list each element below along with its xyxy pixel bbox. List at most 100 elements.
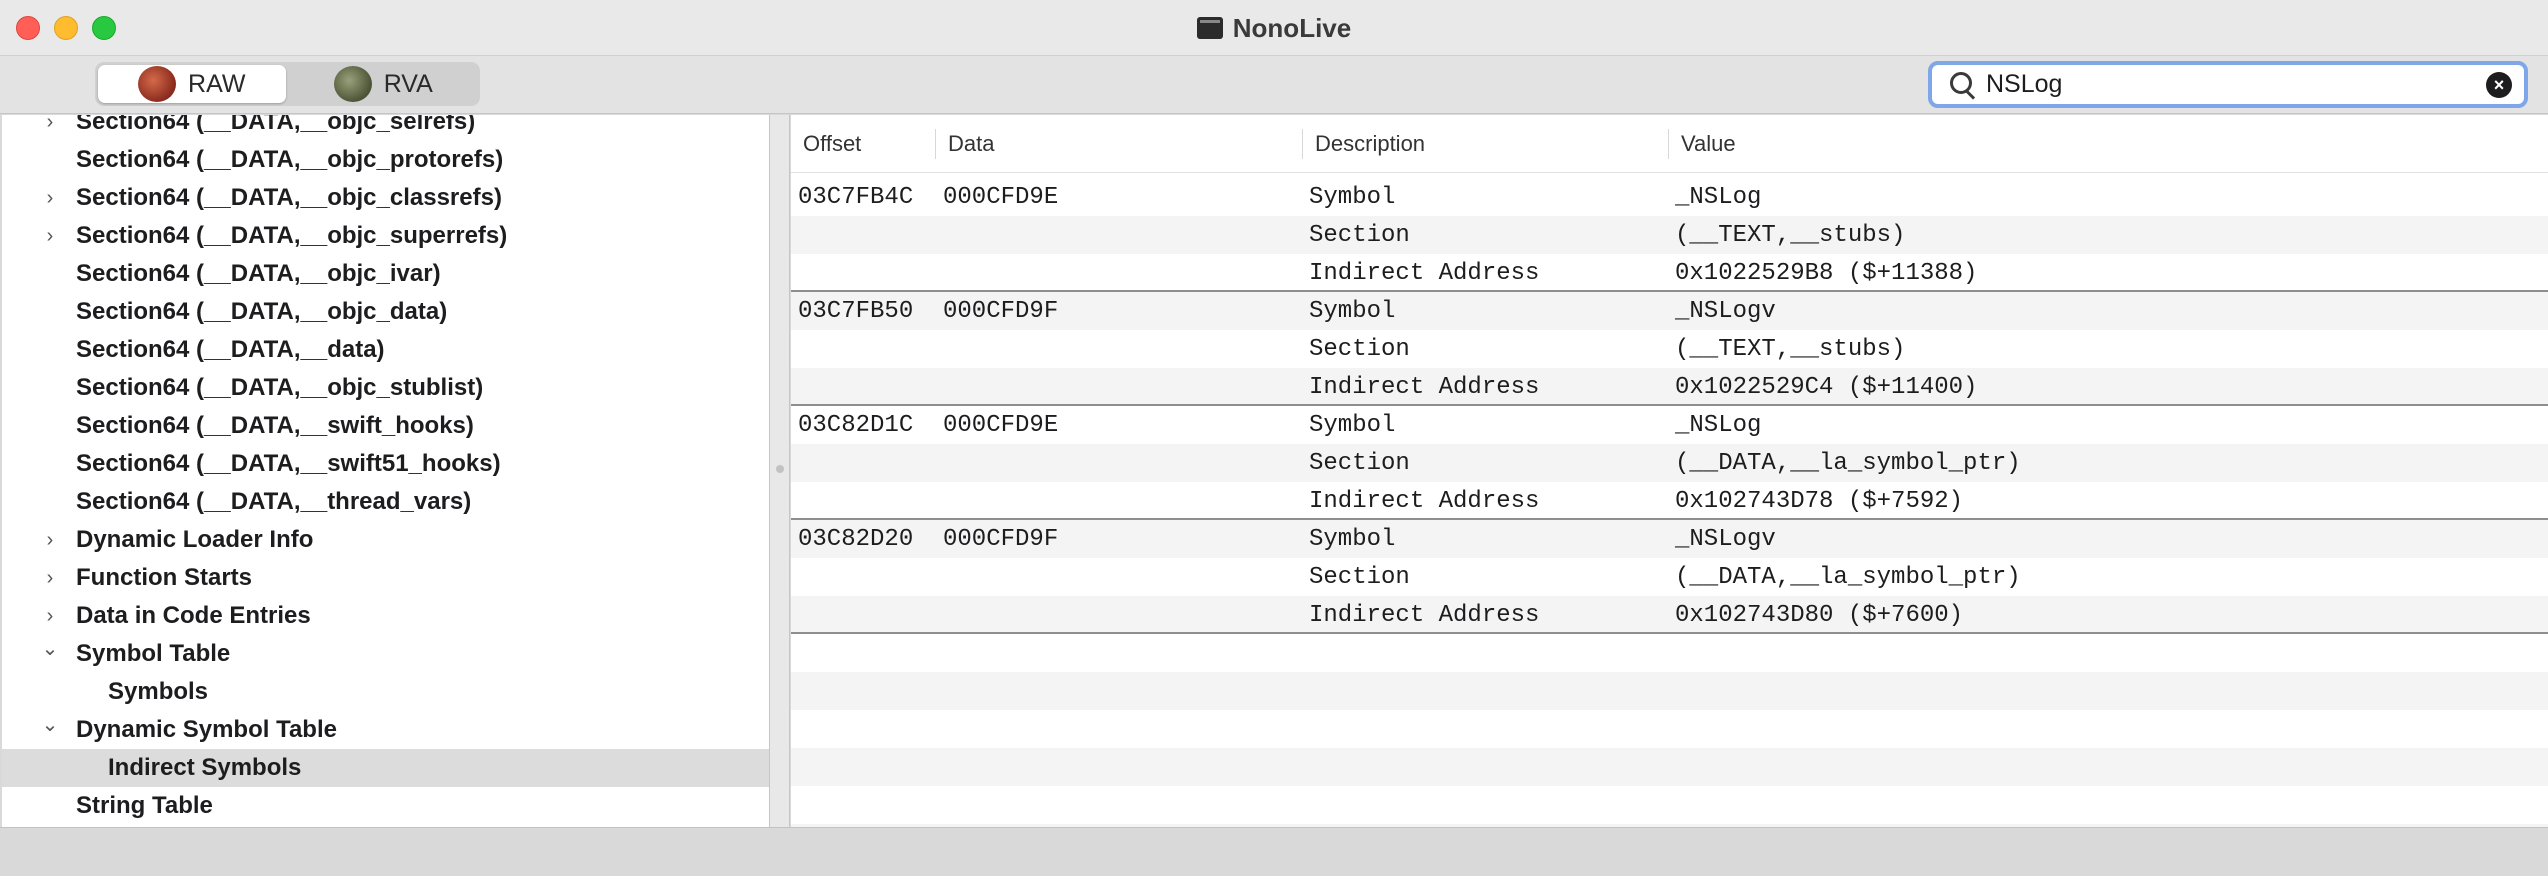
outline-item-label: Data in Code Entries — [76, 602, 311, 629]
table-row[interactable]: 03C7FB4C 000CFD9E Symbol _NSLog — [791, 178, 2548, 216]
search-field[interactable]: × — [1928, 61, 2528, 108]
rva-icon — [333, 66, 372, 102]
outline-item[interactable]: Section64 (__DATA,__swift_hooks) — [2, 407, 769, 445]
value-cell: 0x102743D80 ($+7600) — [1675, 601, 1964, 629]
outline-item[interactable]: Symbols — [2, 673, 769, 711]
outline-item[interactable]: › Function Starts — [2, 559, 769, 597]
table-header: Offset Data Description Value — [791, 115, 2548, 173]
value-cell: (__DATA,__la_symbol_ptr) — [1675, 563, 2021, 591]
split-view-divider[interactable] — [770, 115, 790, 827]
outline-item-label: Symbols — [108, 678, 209, 705]
outline-item-label: Symbol Table — [76, 640, 231, 667]
outline-item[interactable]: ⌄ Dynamic Symbol Table — [2, 711, 769, 749]
disclosure-collapsed-icon[interactable]: › — [40, 606, 60, 626]
table-row[interactable]: 03C82D20 000CFD9F Symbol _NSLogv — [791, 520, 2548, 558]
empty-table-row — [791, 634, 2548, 672]
raw-mode-button[interactable]: RAW — [98, 65, 286, 103]
disclosure-expanded-icon[interactable]: ⌄ — [40, 715, 60, 735]
window-title-group: NonoLive — [0, 0, 2548, 56]
outline-item[interactable]: › Section64 (__DATA,__objc_superrefs) — [2, 217, 769, 255]
outline-item-label: Section64 (__DATA,__data) — [76, 336, 385, 363]
table-row[interactable]: Indirect Address 0x1022529C4 ($+11400) — [791, 368, 2548, 406]
outline-item-label: Indirect Symbols — [108, 754, 302, 781]
outline-item-label: String Table — [76, 792, 213, 819]
table-row[interactable]: Section (__DATA,__la_symbol_ptr) — [791, 444, 2548, 482]
outline-item-label: Section64 (__DATA,__swift_hooks) — [76, 412, 474, 439]
disclosure-collapsed-icon[interactable]: › — [40, 530, 60, 550]
offset-cell: 03C82D1C — [798, 411, 914, 439]
table-row[interactable]: Section (__TEXT,__stubs) — [791, 330, 2548, 368]
empty-table-row — [791, 710, 2548, 748]
outline-item[interactable]: Section64 (__DATA,__objc_stublist) — [2, 369, 769, 407]
outline-item-label: Section64 (__DATA,__swift51_hooks) — [76, 450, 501, 477]
outline-item[interactable]: › Dynamic Loader Info — [2, 521, 769, 559]
value-cell: (__DATA,__la_symbol_ptr) — [1675, 449, 2021, 477]
table-row[interactable]: 03C82D1C 000CFD9E Symbol _NSLog — [791, 406, 2548, 444]
outline-item-label: Function Starts — [76, 564, 253, 591]
description-cell: Indirect Address — [1309, 259, 1540, 287]
toolbar: RAW RVA × — [0, 56, 2548, 114]
disclosure-collapsed-icon[interactable]: › — [40, 188, 60, 208]
description-cell: Symbol — [1309, 183, 1396, 211]
outline-item-label: Section64 (__DATA,__objc_classrefs) — [76, 184, 502, 211]
description-cell: Section — [1309, 221, 1410, 249]
table-row[interactable]: Indirect Address 0x1022529B8 ($+11388) — [791, 254, 2548, 292]
column-header-value[interactable]: Value — [1669, 115, 1736, 173]
outline-item[interactable]: ⌄ Symbol Table — [2, 635, 769, 673]
outline-item-label: Section64 (__DATA,__objc_stublist) — [76, 374, 484, 401]
search-icon — [1942, 65, 1982, 105]
empty-table-row — [791, 672, 2548, 710]
outline-item[interactable]: String Table — [2, 787, 769, 825]
value-cell: _NSLog — [1675, 411, 1762, 439]
outline-item[interactable]: › Section64 (__DATA,__objc_classrefs) — [2, 179, 769, 217]
detail-table[interactable]: Offset Data Description Value 03C7FB4C 00… — [791, 115, 2548, 827]
outline-item[interactable]: Section64 (__DATA,__objc_data) — [2, 293, 769, 331]
table-row[interactable]: Section (__TEXT,__stubs) — [791, 216, 2548, 254]
search-input[interactable] — [1986, 66, 2486, 103]
description-cell: Section — [1309, 335, 1410, 363]
outline-item[interactable]: Section64 (__DATA,__thread_vars) — [2, 483, 769, 521]
disclosure-collapsed-icon[interactable]: › — [40, 226, 60, 246]
description-cell: Indirect Address — [1309, 373, 1540, 401]
data-cell: 000CFD9E — [943, 183, 1059, 211]
value-cell: 0x1022529B8 ($+11388) — [1675, 259, 1978, 287]
address-mode-segmented-control: RAW RVA — [95, 62, 480, 106]
description-cell: Symbol — [1309, 297, 1396, 325]
data-cell: 000CFD9F — [943, 297, 1059, 325]
offset-cell: 03C7FB4C — [798, 183, 914, 211]
table-row[interactable]: Section (__DATA,__la_symbol_ptr) — [791, 558, 2548, 596]
structure-outline[interactable]: › Section64 (__DATA,__objc_selrefs) Sectio… — [2, 115, 770, 827]
value-cell: 0x102743D78 ($+7592) — [1675, 487, 1964, 515]
column-header-offset[interactable]: Offset — [791, 115, 861, 173]
raw-icon — [138, 66, 177, 102]
outline-item[interactable]: › Section64 (__DATA,__objc_selrefs) — [2, 115, 769, 141]
outline-item[interactable]: Section64 (__DATA,__objc_protorefs) — [2, 141, 769, 179]
outline-item[interactable]: Indirect Symbols — [2, 749, 769, 787]
clear-search-icon[interactable]: × — [2486, 71, 2512, 98]
outline-item[interactable]: › Data in Code Entries — [2, 597, 769, 635]
table-row[interactable]: Indirect Address 0x102743D80 ($+7600) — [791, 596, 2548, 634]
title-bar: NonoLive — [0, 0, 2548, 56]
outline-item[interactable]: Section64 (__DATA,__data) — [2, 331, 769, 369]
outline-item-label: Section64 (__DATA,__objc_superrefs) — [76, 222, 508, 249]
outline-item-label: Section64 (__DATA,__objc_data) — [76, 298, 448, 325]
disclosure-collapsed-icon[interactable]: › — [40, 115, 60, 132]
column-header-description[interactable]: Description — [1303, 115, 1425, 173]
outline-item[interactable]: Section64 (__DATA,__objc_ivar) — [2, 255, 769, 293]
outline-item[interactable]: Section64 (__DATA,__swift51_hooks) — [2, 445, 769, 483]
column-header-data[interactable]: Data — [936, 115, 994, 173]
table-row[interactable]: 03C7FB50 000CFD9F Symbol _NSLogv — [791, 292, 2548, 330]
rva-mode-button[interactable]: RVA — [290, 65, 478, 103]
window-title: NonoLive — [1232, 12, 1352, 43]
description-cell: Section — [1309, 563, 1410, 591]
divider-handle[interactable] — [776, 465, 784, 473]
disclosure-expanded-icon[interactable]: ⌄ — [40, 639, 60, 659]
data-cell: 000CFD9F — [943, 525, 1059, 553]
outline-item-label: Dynamic Symbol Table — [76, 716, 337, 743]
rva-mode-label: RVA — [383, 69, 433, 98]
disclosure-collapsed-icon[interactable]: › — [40, 568, 60, 588]
status-bar — [0, 827, 2548, 876]
value-cell: _NSLogv — [1675, 525, 1776, 553]
value-cell: _NSLogv — [1675, 297, 1776, 325]
table-row[interactable]: Indirect Address 0x102743D78 ($+7592) — [791, 482, 2548, 520]
